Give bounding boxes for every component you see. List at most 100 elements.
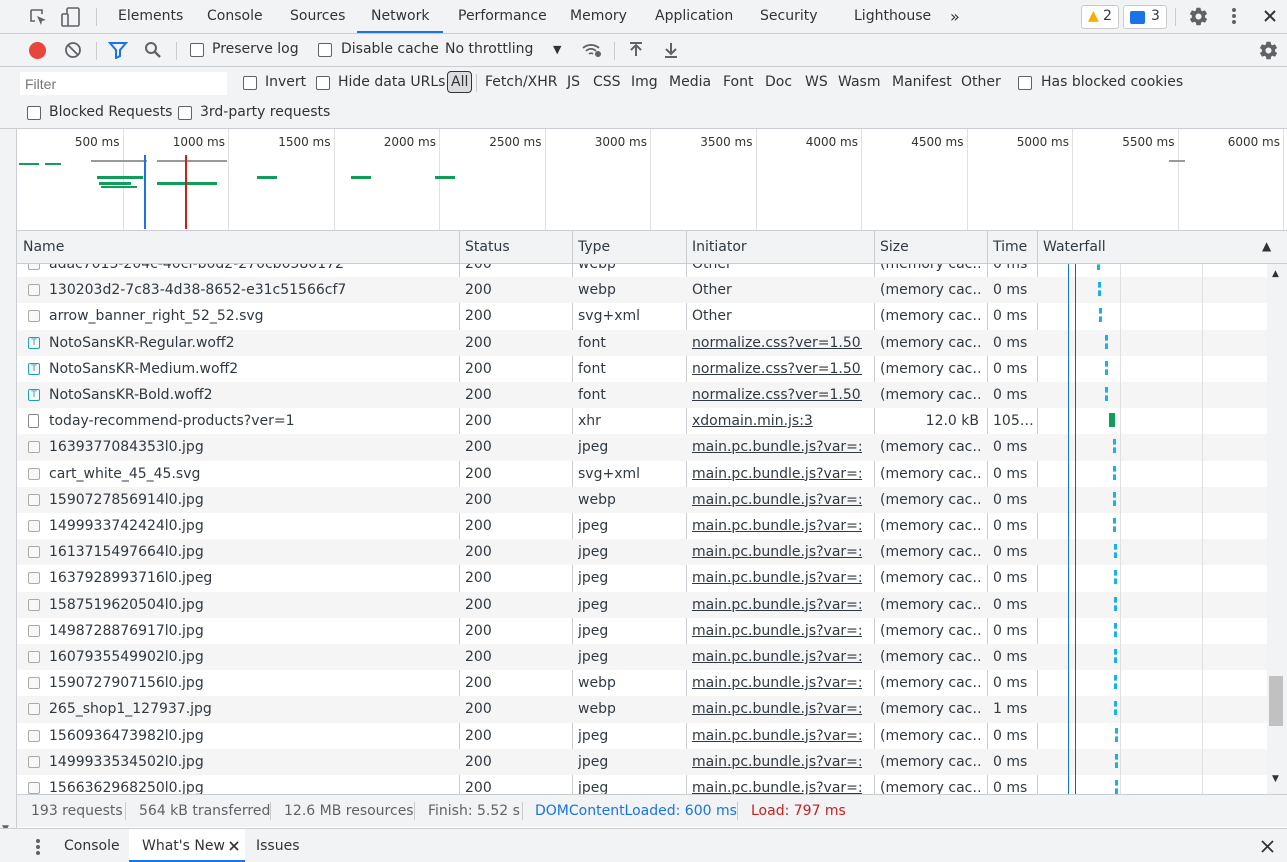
tab-console[interactable]: Console xyxy=(207,0,263,33)
hide-data-urls-checkbox[interactable] xyxy=(316,76,330,90)
tab-performance[interactable]: Performance xyxy=(458,0,547,33)
table-row[interactable]: 1590727907156l0.jpg 200 webp main.pc.bundle… xyxy=(17,670,1267,696)
tab-application[interactable]: Application xyxy=(655,0,733,33)
table-row[interactable]: 1560936473982l0.jpg 200 jpeg main.pc.bundle… xyxy=(17,723,1267,749)
cell-name[interactable]: 265_shop1_127937.jpg xyxy=(49,696,459,722)
column-size[interactable]: Size xyxy=(874,231,909,263)
table-row[interactable]: 1498728876917l0.jpg 200 jpeg main.pc.bundle… xyxy=(17,618,1267,644)
cell-name[interactable]: 130203d2-7c83-4d38-8652-e31c51566cf7 xyxy=(49,277,459,303)
table-row[interactable]: 1587519620504l0.jpg 200 jpeg main.pc.bundle… xyxy=(17,591,1267,618)
type-filter-wasm[interactable]: Wasm xyxy=(838,74,880,90)
cell-initiator[interactable]: normalize.css?ver=1.50.5 xyxy=(692,330,862,356)
cell-name[interactable]: 1499933534502l0.jpg xyxy=(49,749,459,775)
column-initiator[interactable]: Initiator xyxy=(686,231,747,263)
import-har-icon[interactable] xyxy=(628,41,644,59)
cell-initiator[interactable]: main.pc.bundle.js?var=:2 xyxy=(692,565,862,591)
cell-name[interactable]: 1590727856914l0.jpg xyxy=(49,487,459,513)
type-filter-js[interactable]: JS xyxy=(567,74,580,90)
export-har-icon[interactable] xyxy=(663,41,679,59)
cell-initiator[interactable]: main.pc.bundle.js?var=:2 xyxy=(692,670,862,696)
cell-initiator[interactable]: main.pc.bundle.js?var=:2 xyxy=(692,487,862,513)
cell-name[interactable]: today-recommend-products?ver=1 xyxy=(49,408,459,434)
scrollbar-thumb[interactable] xyxy=(1269,676,1283,726)
type-filter-media[interactable]: Media xyxy=(669,74,711,90)
scroll-down-icon[interactable]: ▼ xyxy=(1272,774,1279,784)
cell-initiator[interactable]: main.pc.bundle.js?var=:2 xyxy=(692,775,862,794)
cell-name[interactable]: NotoSansKR-Medium.woff2 xyxy=(49,356,459,382)
cell-initiator[interactable]: normalize.css?ver=1.50.5 xyxy=(692,356,862,382)
preserve-log-checkbox[interactable] xyxy=(190,43,204,57)
clear-icon[interactable] xyxy=(64,41,82,59)
close-drawer-icon[interactable] xyxy=(1261,840,1274,853)
table-row[interactable]: today-recommend-products?ver=1 200 xhr xdom… xyxy=(17,408,1267,434)
type-filter-font[interactable]: Font xyxy=(723,74,753,90)
sort-ascending-icon[interactable]: ▲ xyxy=(1262,239,1271,253)
close-devtools-icon[interactable] xyxy=(1262,8,1278,24)
throttling-select[interactable]: No throttling ▼ xyxy=(441,38,567,62)
more-tabs-button[interactable]: » xyxy=(950,0,960,33)
tab-memory[interactable]: Memory xyxy=(570,0,627,33)
cell-name[interactable]: 1566362968250l0.jpg xyxy=(49,775,459,794)
type-filter-fetch-xhr[interactable]: Fetch/XHR xyxy=(485,74,558,90)
table-row[interactable]: 1499933742424l0.jpg 200 jpeg main.pc.bundle… xyxy=(17,513,1267,539)
table-row[interactable]: 1566362968250l0.jpg 200 jpeg main.pc.bundle… xyxy=(17,775,1267,794)
filter-input[interactable] xyxy=(20,72,227,95)
tab-network[interactable]: Network xyxy=(357,0,444,33)
table-row[interactable]: T NotoSansKR-Regular.woff2 200 font normaliz… xyxy=(17,329,1267,356)
table-row[interactable]: T NotoSansKR-Medium.woff2 200 font normalize… xyxy=(17,356,1267,382)
type-filter-manifest[interactable]: Manifest xyxy=(892,74,952,90)
column-name[interactable]: Name xyxy=(17,231,64,263)
device-toolbar-icon[interactable] xyxy=(60,6,82,28)
blocked-requests-checkbox[interactable] xyxy=(27,106,41,120)
invert-checkbox[interactable] xyxy=(243,76,257,90)
close-tab-icon[interactable] xyxy=(229,841,239,851)
table-row[interactable]: 1590727856914l0.jpg 200 webp main.pc.bundle… xyxy=(17,486,1267,513)
drawer-tab-console[interactable]: Console xyxy=(64,838,120,854)
cell-name[interactable]: 1499933742424l0.jpg xyxy=(49,513,459,539)
cell-name[interactable]: NotoSansKR-Regular.woff2 xyxy=(49,330,459,356)
table-row[interactable]: 130203d2-7c83-4d38-8652-e31c51566cf7 200 w… xyxy=(17,277,1267,304)
cell-name[interactable]: 1560936473982l0.jpg xyxy=(49,723,459,749)
drawer-tab-whats-new[interactable]: What's New xyxy=(129,829,245,862)
third-party-requests-checkbox[interactable] xyxy=(178,106,192,120)
type-filter-css[interactable]: CSS xyxy=(593,74,621,90)
request-list[interactable]: adac7013-204c-40cf-b0d2-270cb0580172 200 w… xyxy=(17,264,1267,794)
tab-security[interactable]: Security xyxy=(760,0,818,33)
cell-initiator[interactable]: main.pc.bundle.js?var=:2 xyxy=(692,749,862,775)
timeline-overview[interactable]: 500 ms 1000 ms 1500 ms 2000 ms 2500 ms 3000 m… xyxy=(17,129,1287,231)
tab-sources[interactable]: Sources xyxy=(290,0,345,33)
cell-name[interactable]: 1639377084353l0.jpg xyxy=(49,434,459,460)
table-row[interactable]: 1607935549902l0.jpg 200 jpeg main.pc.bundle… xyxy=(17,644,1267,671)
cell-initiator[interactable]: main.pc.bundle.js?var=:2 xyxy=(692,723,862,749)
messages-badge[interactable]: 3 xyxy=(1123,5,1167,29)
type-filter-all[interactable]: All xyxy=(447,71,473,93)
table-row[interactable]: arrow_banner_right_52_52.svg 200 svg+xml Ot… xyxy=(17,303,1267,329)
filter-icon[interactable] xyxy=(108,41,128,59)
cell-name[interactable]: cart_white_45_45.svg xyxy=(49,461,459,487)
cell-initiator[interactable]: main.pc.bundle.js?var=:2 xyxy=(692,592,862,618)
network-conditions-icon[interactable] xyxy=(581,41,603,59)
cell-initiator[interactable]: normalize.css?ver=1.50.5 xyxy=(692,382,862,408)
type-filter-ws[interactable]: WS xyxy=(805,74,828,90)
drawer-tab-issues[interactable]: Issues xyxy=(256,838,300,854)
warnings-badge[interactable]: ▲ 2 xyxy=(1081,5,1119,29)
disable-cache-checkbox[interactable] xyxy=(318,43,332,57)
cell-name[interactable]: 1587519620504l0.jpg xyxy=(49,592,459,618)
search-icon[interactable] xyxy=(144,41,162,59)
column-waterfall[interactable]: Waterfall xyxy=(1037,231,1106,263)
drawer-menu-icon[interactable] xyxy=(36,839,40,855)
cell-name[interactable]: 1637928993716l0.jpeg xyxy=(49,565,459,591)
cell-initiator[interactable]: main.pc.bundle.js?var=:2 xyxy=(692,434,862,460)
has-blocked-cookies-checkbox[interactable] xyxy=(1018,76,1032,90)
column-time[interactable]: Time xyxy=(987,231,1027,263)
cell-name[interactable]: NotoSansKR-Bold.woff2 xyxy=(49,382,459,408)
cell-initiator[interactable]: main.pc.bundle.js?var=:2 xyxy=(692,644,862,670)
inspect-element-icon[interactable] xyxy=(28,7,48,27)
table-row[interactable]: 1637928993716l0.jpeg 200 jpeg main.pc.bundl… xyxy=(17,565,1267,591)
cell-name[interactable]: adac7013-204c-40cf-b0d2-270cb0580172 xyxy=(49,264,459,277)
table-row[interactable]: 1613715497664l0.jpg 200 jpeg main.pc.bundle… xyxy=(17,539,1267,566)
table-row[interactable]: cart_white_45_45.svg 200 svg+xml main.pc.bu… xyxy=(17,461,1267,487)
tab-elements[interactable]: Elements xyxy=(118,0,183,33)
cell-name[interactable]: arrow_banner_right_52_52.svg xyxy=(49,303,459,329)
scroll-up-icon[interactable]: ▲ xyxy=(1272,269,1279,279)
